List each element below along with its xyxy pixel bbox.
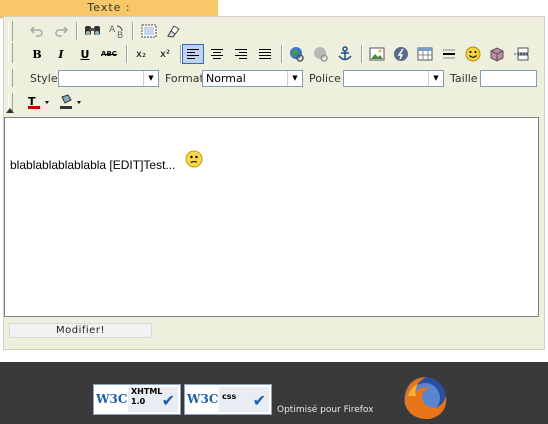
bold-button[interactable]: B xyxy=(26,44,48,64)
remove-format-icon[interactable] xyxy=(162,21,184,41)
svg-text:A: A xyxy=(109,25,116,35)
subscript-button[interactable]: x₂ xyxy=(130,44,152,64)
page-break-icon[interactable] xyxy=(510,44,532,64)
find-icon[interactable] xyxy=(82,21,104,41)
align-center-button[interactable] xyxy=(206,44,228,64)
select-all-icon[interactable] xyxy=(138,21,160,41)
align-right-button[interactable] xyxy=(230,44,252,64)
format-select-value: Normal xyxy=(206,72,246,85)
font-label: Police xyxy=(309,72,341,85)
chevron-down-icon[interactable]: ▼ xyxy=(428,71,443,86)
editor-content-area[interactable]: blablablablablabla [EDIT]Test... xyxy=(4,117,539,317)
chevron-down-icon[interactable]: ▼ xyxy=(143,71,158,86)
firefox-logo[interactable] xyxy=(400,374,450,422)
smiley-icon[interactable] xyxy=(462,44,484,64)
firefox-text: Optimisé pour Firefox xyxy=(277,405,374,415)
insert-image-icon[interactable] xyxy=(366,44,388,64)
size-select[interactable] xyxy=(480,70,537,87)
underline-button[interactable]: U xyxy=(74,44,96,64)
superscript-button[interactable]: x² xyxy=(154,44,176,64)
replace-icon[interactable]: AB xyxy=(106,21,128,41)
toolbar-separator xyxy=(126,45,128,63)
css-badge-text: css ✔ xyxy=(219,387,269,412)
format-label: Format xyxy=(165,72,204,85)
toolbar-grip[interactable] xyxy=(8,21,13,41)
toolbar-grip[interactable] xyxy=(8,43,13,63)
modify-button[interactable]: Modifier! xyxy=(9,323,152,338)
w3c-brand: W3C xyxy=(96,392,128,406)
style-select[interactable]: ▼ xyxy=(58,70,159,87)
horizontal-rule-icon[interactable] xyxy=(438,44,460,64)
field-title: Texte : xyxy=(87,1,131,14)
checkmark-icon: ✔ xyxy=(252,391,266,410)
text-color-button[interactable]: T xyxy=(26,92,54,112)
font-select[interactable]: ▼ xyxy=(343,70,444,87)
toolbar-grip[interactable] xyxy=(8,69,13,87)
redo-icon[interactable] xyxy=(50,21,72,41)
chevron-down-icon[interactable]: ▼ xyxy=(287,71,302,86)
anchor-icon[interactable] xyxy=(334,44,356,64)
w3c-css-badge[interactable]: W3C css ✔ xyxy=(184,384,272,415)
align-left-button[interactable] xyxy=(182,44,204,64)
toolbar-separator xyxy=(281,45,283,63)
w3c-brand: W3C xyxy=(187,392,219,406)
toolbar-separator xyxy=(361,45,363,63)
confused-smiley-icon xyxy=(185,150,203,168)
special-char-icon[interactable] xyxy=(486,44,508,64)
editor-text: blablablablablabla [EDIT]Test... xyxy=(10,158,176,172)
strikethrough-button[interactable]: ABC xyxy=(98,44,120,64)
insert-table-icon[interactable] xyxy=(414,44,436,64)
editor-toolbar: AB B I U ABC x₂ x² Style ▼ Format Normal… xyxy=(4,17,540,114)
toolbar-separator xyxy=(132,22,134,40)
align-justify-button[interactable] xyxy=(254,44,276,64)
italic-button[interactable]: I xyxy=(50,44,72,64)
undo-icon[interactable] xyxy=(26,21,48,41)
w3c-xhtml-badge[interactable]: W3C XHTML 1.0 ✔ xyxy=(93,384,181,415)
collapse-toolbar-icon[interactable] xyxy=(6,108,14,113)
editor-page: Texte : AB B I U ABC x₂ x² Style ▼ Forma… xyxy=(0,0,548,424)
size-label: Taille xyxy=(450,72,478,85)
xhtml-badge-text: XHTML 1.0 ✔ xyxy=(128,387,178,412)
toolbar-separator xyxy=(76,22,78,40)
insert-flash-icon[interactable] xyxy=(390,44,412,64)
unlink-icon[interactable] xyxy=(310,44,332,64)
svg-text:B: B xyxy=(117,31,123,39)
style-label: Style xyxy=(30,72,58,85)
checkmark-icon: ✔ xyxy=(161,391,175,410)
background-color-button[interactable] xyxy=(58,92,86,112)
format-select[interactable]: Normal ▼ xyxy=(202,70,303,87)
footer: W3C XHTML 1.0 ✔ W3C css ✔ Optimisé pour … xyxy=(0,362,548,424)
insert-link-icon[interactable] xyxy=(286,44,308,64)
